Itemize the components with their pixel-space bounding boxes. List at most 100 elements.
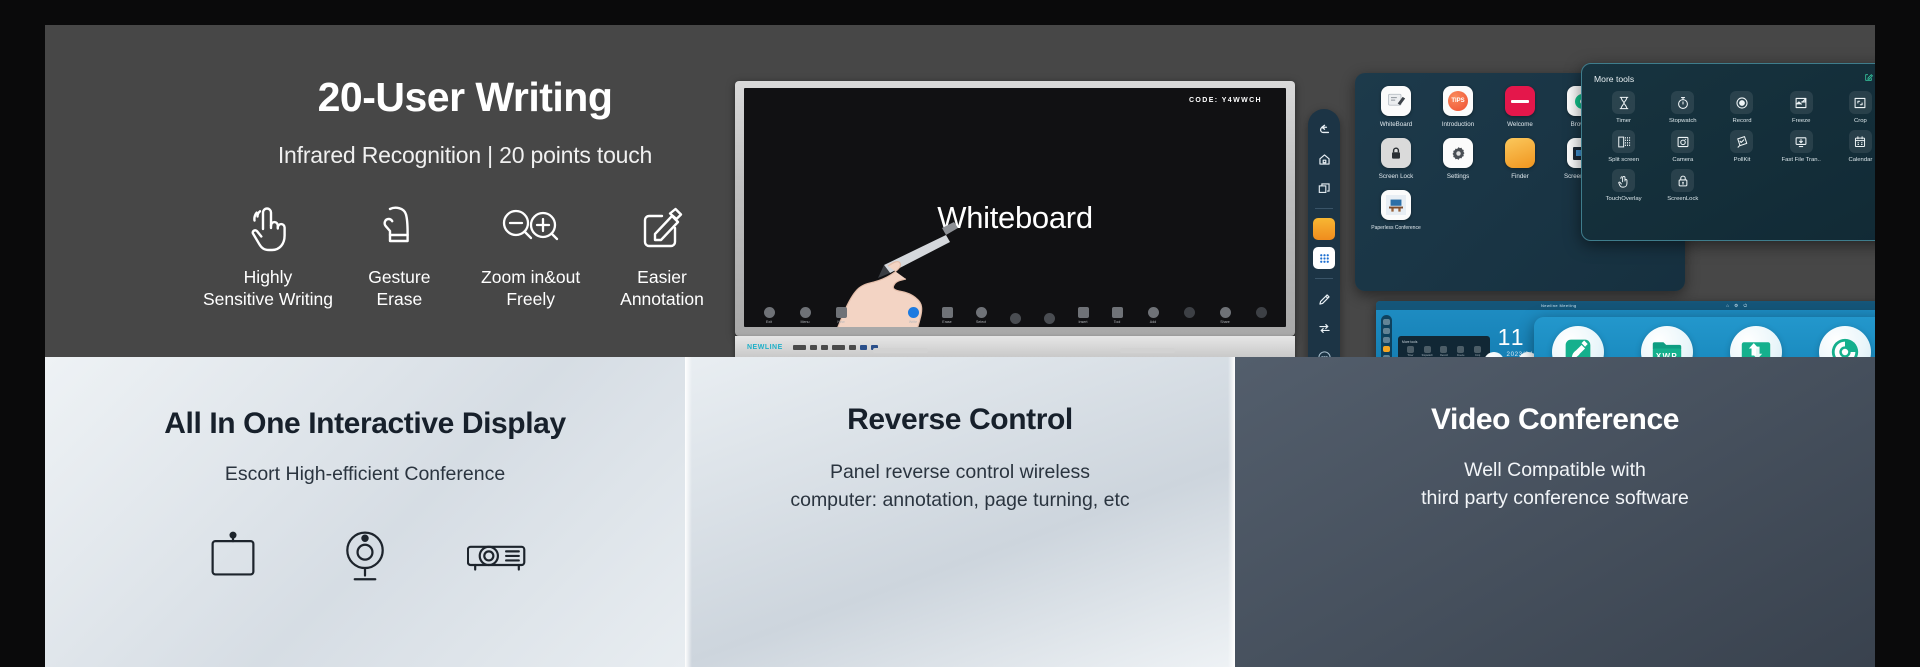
app-label: Finder [1511, 173, 1529, 180]
app-item-settings[interactable]: Settings [1427, 138, 1489, 180]
app-item-introduction[interactable]: TIPS Introduction [1427, 86, 1489, 128]
home-tasks-icon[interactable] [1383, 337, 1390, 343]
file-transfer-icon[interactable] [1313, 317, 1335, 339]
pollkit-icon [1730, 130, 1754, 153]
tool-label: Freeze [1792, 118, 1811, 124]
feature-label-line2: Sensitive Writing [203, 288, 334, 309]
whiteboard-tool-share[interactable]: Share [1214, 307, 1236, 324]
card-subtitle-line2: computer: annotation, page turning, etc [790, 488, 1130, 511]
home-home-icon[interactable] [1383, 328, 1390, 334]
tool-item-freeze[interactable]: Freeze [1772, 91, 1831, 124]
whiteboard-tool-pagenum[interactable] [1178, 307, 1200, 324]
tool-label: Record [1732, 118, 1752, 124]
tool-item-camera[interactable]: Camera [1653, 130, 1712, 163]
home-popup-item[interactable]: Freeze [1452, 346, 1469, 357]
page-left-border [0, 0, 45, 667]
speaker-grille-right [1120, 348, 1175, 353]
app-item-paperless-conference[interactable]: Paperless Conference [1365, 190, 1427, 231]
home-popup-item[interactable]: Stopwatch [1419, 346, 1436, 357]
projector-icon [467, 525, 527, 585]
tool-label: Timer [1616, 118, 1632, 124]
screen-lock-icon [1671, 169, 1695, 192]
feature-block: 20-User Writing Infrared Recognition | 2… [195, 74, 735, 311]
app-label: Screen Lock [1378, 173, 1414, 180]
tool-item-pollkit[interactable]: PollKit [1712, 130, 1771, 163]
whiteboard-tool-redo[interactable] [1038, 313, 1060, 324]
card-title: Video Conference [1430, 403, 1680, 436]
feature-label-line2: Erase [376, 288, 423, 309]
card-subtitle-line1: Well Compatible with [1464, 459, 1646, 481]
app-label: Introduction [1441, 121, 1475, 128]
card-reverse-control: Reverse Control Panel reverse control wi… [685, 357, 1235, 667]
card-title: All In One Interactive Display [164, 407, 566, 440]
whiteboard-tool-erase[interactable]: Erase [936, 307, 958, 324]
card-subtitle: Well Compatible with third party confere… [1235, 457, 1875, 512]
card-divider-right [1228, 357, 1235, 667]
pencil-square-annotate-icon [639, 201, 685, 255]
tool-item-fast-file-transfer[interactable]: Fast File Tran.. [1772, 130, 1831, 163]
finder-app-icon [1505, 138, 1535, 168]
whiteboard-tool-pen[interactable]: Write [902, 307, 924, 324]
whiteboard-tool-exit[interactable]: Exit [758, 307, 780, 324]
app-item-welcome[interactable]: Welcome [1489, 86, 1551, 128]
whiteboard-tool-select[interactable]: Select [970, 307, 992, 324]
home-status-icons: ⌂ ⚙ ⏻ [1726, 302, 1749, 308]
whiteboard-tool-insert[interactable]: Insert [1072, 307, 1094, 324]
recent-tasks-icon[interactable] [1313, 177, 1335, 199]
feature-label-line1: Easier [637, 267, 687, 288]
annotation-tool-icon[interactable] [1313, 218, 1335, 240]
display-screen[interactable]: CODE: Y4WWCH Whiteboard Exit Menu New Wr… [744, 88, 1286, 327]
home-back-icon[interactable] [1383, 319, 1390, 325]
tool-item-timer[interactable]: Timer [1594, 91, 1653, 124]
feature-item-easier-annotation: Easier Annotation [597, 201, 727, 311]
settings-app-icon [1443, 138, 1473, 168]
home-popup-item[interactable]: Record [1436, 346, 1453, 357]
tool-item-touch-overlay[interactable]: TouchOverlay [1594, 169, 1653, 202]
tool-label: Fast File Tran.. [1781, 157, 1821, 163]
more-tools-panel: More tools Edit Timer [1581, 63, 1903, 241]
whiteboard-tool-tool[interactable]: Tool [1106, 307, 1128, 324]
top-banner: 20-User Writing Infrared Recognition | 2… [45, 25, 1920, 401]
card-subtitle-line1: Panel reverse control wireless [829, 461, 1091, 483]
whiteboard-tool-add[interactable]: Add [1142, 307, 1164, 324]
feature-label-line2: Annotation [620, 288, 704, 309]
app-drawer-icon[interactable] [1313, 247, 1335, 269]
feature-item-gesture-erase: Gesture Erase [334, 201, 464, 311]
stopwatch-icon [1671, 91, 1695, 114]
tool-item-record[interactable]: Record [1712, 91, 1771, 124]
tool-item-split-screen[interactable]: Split screen [1594, 130, 1653, 163]
tool-item-screen-lock[interactable]: ScreenLock [1653, 169, 1712, 202]
feature-label-line2: Freely [506, 288, 555, 309]
home-status-bar: Newline Meeting ⌂ ⚙ ⏻ [1376, 301, 1920, 310]
interactive-display-icon [203, 525, 263, 585]
pencil-icon[interactable] [1313, 288, 1335, 310]
home-annotation-icon[interactable] [1383, 346, 1390, 352]
tool-label: Crop [1854, 118, 1867, 124]
banner-subtitle: Infrared Recognition | 20 points touch [277, 142, 653, 169]
whiteboard-tool-new[interactable]: New [830, 307, 852, 324]
back-icon[interactable] [1313, 119, 1335, 141]
tool-label: TouchOverlay [1605, 196, 1642, 202]
home-icon[interactable] [1313, 148, 1335, 170]
tool-item-stopwatch[interactable]: Stopwatch [1653, 91, 1712, 124]
home-status-title: Newline Meeting [1541, 302, 1577, 308]
screen-lock-app-icon [1381, 138, 1411, 168]
zoom-in-out-icon [499, 201, 563, 255]
app-item-finder[interactable]: Finder [1489, 138, 1551, 180]
hourglass-icon [1612, 91, 1636, 114]
side-toolbar[interactable] [1308, 109, 1340, 396]
whiteboard-app-icon [1381, 86, 1411, 116]
home-popup-item[interactable]: Timer [1402, 346, 1419, 357]
tool-label: PollKit [1733, 157, 1751, 163]
record-icon [1730, 91, 1754, 114]
whiteboard-tool-undo[interactable] [1004, 313, 1026, 324]
feature-icon-row: Highly Sensitive Writing Gesture Erase Z… [195, 201, 735, 311]
freeze-icon [1789, 91, 1813, 114]
whiteboard-tool-close[interactable] [1250, 307, 1272, 324]
camera-icon [1671, 130, 1695, 153]
app-item-whiteboard[interactable]: WhiteBoard [1365, 86, 1427, 128]
whiteboard-tool-menu[interactable]: Menu [794, 307, 816, 324]
feature-item-highly-sensitive-writing: Highly Sensitive Writing [203, 201, 333, 311]
app-item-screen-lock[interactable]: Screen Lock [1365, 138, 1427, 180]
feature-item-zoom-in-out: Zoom in&out Freely [466, 201, 596, 311]
